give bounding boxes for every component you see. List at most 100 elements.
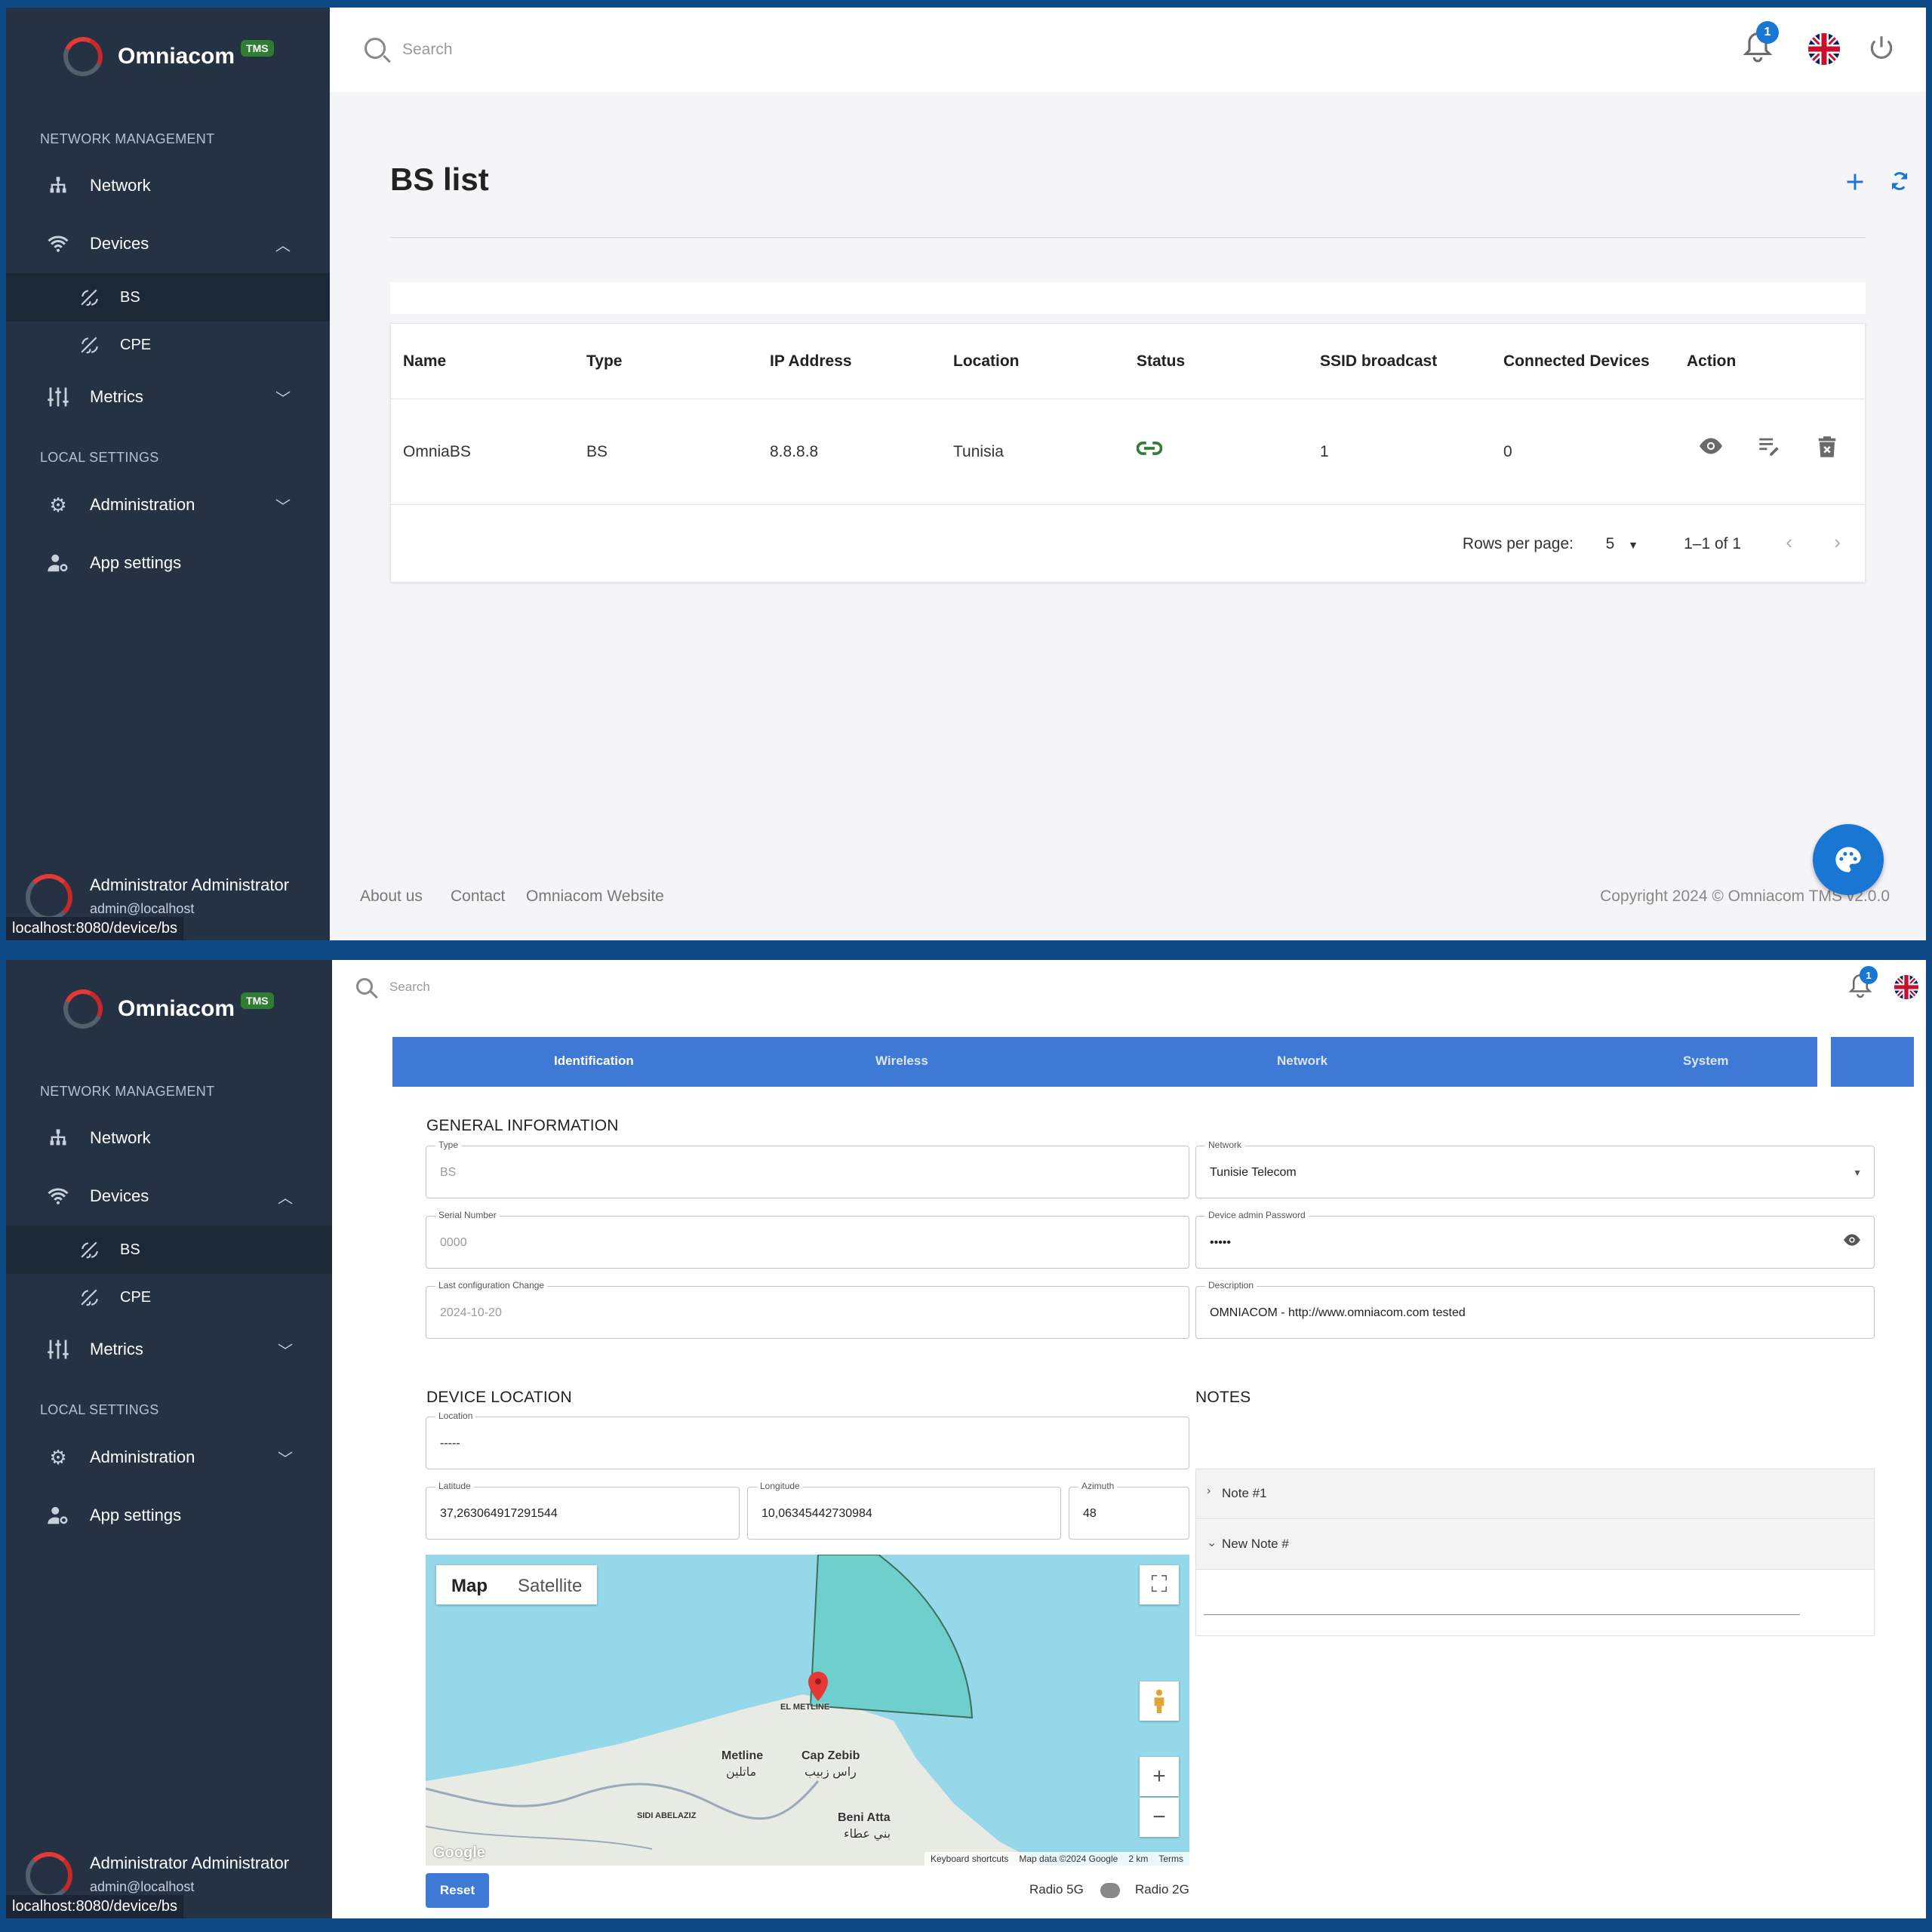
footer-link-about[interactable]: About us [360, 888, 423, 906]
sliders-icon [45, 1337, 71, 1362]
sidebar-item-devices[interactable]: Devices ︿ [6, 220, 330, 268]
notification-badge: 1 [1756, 21, 1779, 44]
note-item-new[interactable]: ⌄ New Note # [1196, 1520, 1874, 1570]
divider [390, 237, 1866, 238]
map-type-map[interactable]: Map [436, 1565, 503, 1604]
map-type-satellite[interactable]: Satellite [503, 1565, 597, 1604]
wifi-icon [45, 1183, 71, 1209]
zoom-in-icon[interactable]: + [1140, 1757, 1179, 1796]
chevron-down-icon: ﹀ [278, 1451, 293, 1468]
note-title: New Note # [1222, 1537, 1289, 1551]
footer-link-website[interactable]: Omniacom Website [526, 888, 664, 906]
tab-wireless[interactable]: Wireless [875, 1054, 928, 1069]
eye-icon[interactable] [1842, 1233, 1862, 1251]
section-local-settings: LOCAL SETTINGS [40, 450, 159, 465]
column-header-type[interactable]: Type [586, 352, 622, 371]
sidebar-item-bs[interactable]: BS [6, 1226, 332, 1274]
sidebar-item-administration[interactable]: ⚙ Administration ﹀ [6, 1433, 332, 1481]
section-network-management: NETWORK MANAGEMENT [40, 131, 215, 146]
column-header-ip[interactable]: IP Address [770, 352, 852, 371]
device-admin-password-field[interactable]: Device admin Password ••••• [1195, 1210, 1875, 1269]
pagination-range: 1–1 of 1 [1684, 535, 1741, 552]
uk-flag-icon[interactable] [1894, 975, 1918, 999]
power-icon[interactable] [1867, 33, 1896, 67]
bs-detail-window: Omniacom TMS NETWORK MANAGEMENT Network … [6, 960, 1926, 1918]
uk-flag-icon[interactable] [1808, 33, 1840, 65]
sidebar-item-app-settings[interactable]: App settings [6, 539, 330, 587]
sidebar-item-network[interactable]: Network [6, 162, 330, 210]
bs-list-window: Omniacom TMS NETWORK MANAGEMENT Network … [6, 8, 1926, 940]
column-header-name[interactable]: Name [403, 352, 446, 371]
network-select[interactable]: Network Tunisie Telecom ▼ [1195, 1140, 1875, 1198]
column-header-ssid[interactable]: SSID broadcast [1320, 352, 1437, 371]
map-keyboard-shortcuts[interactable]: Keyboard shortcuts [931, 1854, 1008, 1864]
gear-icon: ⚙ [49, 1445, 67, 1469]
note-item[interactable]: › Note #1 [1196, 1469, 1874, 1519]
chevron-up-icon: ︿ [278, 1189, 293, 1207]
search-input[interactable]: Search [389, 980, 430, 995]
view-eye-icon[interactable] [1697, 435, 1724, 462]
user-email: admin@localhost [90, 901, 195, 916]
edit-icon[interactable] [1757, 435, 1781, 462]
omniacom-logo-icon [57, 983, 109, 1035]
column-header-connected[interactable]: Connected Devices [1503, 352, 1650, 371]
sidebar-item-cpe[interactable]: CPE [6, 321, 330, 369]
zoom-out-icon[interactable]: − [1140, 1798, 1179, 1837]
field-value: 48 [1083, 1507, 1097, 1520]
app-logo[interactable]: Omniacom TMS [57, 30, 274, 83]
add-button[interactable] [1844, 168, 1866, 199]
footer-link-contact[interactable]: Contact [451, 888, 505, 906]
fullscreen-icon[interactable]: ⛶ [1140, 1565, 1179, 1604]
sidebar-item-label: BS [120, 1241, 140, 1258]
search-input[interactable]: Search [402, 41, 453, 59]
map-scale: 2 km [1128, 1854, 1149, 1864]
sidebar-item-devices[interactable]: Devices ︿ [6, 1172, 332, 1220]
sidebar-item-metrics[interactable]: Metrics ﹀ [6, 1325, 332, 1374]
delete-icon[interactable] [1817, 435, 1837, 463]
sidebar-item-app-settings[interactable]: App settings [6, 1491, 332, 1540]
azimuth-field[interactable]: Azimuth 48 [1069, 1481, 1189, 1540]
column-header-status[interactable]: Status [1137, 352, 1185, 371]
map-terms-link[interactable]: Terms [1158, 1854, 1183, 1864]
pegman-icon[interactable] [1140, 1681, 1179, 1721]
sidebar-item-network[interactable]: Network [6, 1114, 332, 1162]
field-label: Type [435, 1140, 462, 1150]
latitude-field[interactable]: Latitude 37,263064917291544 [426, 1481, 740, 1540]
radio-band-toggle[interactable] [1100, 1883, 1120, 1898]
chevron-down-icon: ﹀ [275, 498, 291, 515]
sidebar-item-metrics[interactable]: Metrics ﹀ [6, 373, 330, 421]
column-header-location[interactable]: Location [953, 352, 1020, 371]
search-icon[interactable] [356, 978, 373, 995]
map[interactable]: EL METLINE Metline ماتلين Cap Zebib راس … [426, 1555, 1189, 1866]
app-logo[interactable]: Omniacom TMS [57, 983, 274, 1035]
chevron-left-icon[interactable]: ‹ [1786, 531, 1792, 554]
description-field[interactable]: Description OMNIACOM - http://www.omniac… [1195, 1280, 1875, 1339]
tab-system[interactable]: System [1683, 1054, 1728, 1069]
map-label: Cap Zebib [801, 1749, 860, 1762]
reset-button[interactable]: Reset [426, 1873, 489, 1908]
note-text-input[interactable] [1204, 1614, 1800, 1615]
avatar [26, 874, 72, 921]
sidebar-item-bs[interactable]: BS [6, 273, 330, 321]
footer: About us Contact Omniacom Website Copyri… [330, 857, 1926, 940]
tab-identification[interactable]: Identification [554, 1054, 634, 1069]
notes-heading: NOTES [1195, 1389, 1251, 1406]
chevron-up-icon: ︿ [275, 237, 291, 254]
user-name: Administrator Administrator [90, 875, 290, 894]
antenna-icon [77, 285, 103, 310]
sidebar-item-cpe[interactable]: CPE [6, 1273, 332, 1321]
search-icon[interactable] [365, 38, 386, 59]
chevron-right-icon[interactable]: › [1834, 531, 1841, 554]
tab-overflow[interactable] [1831, 1037, 1914, 1087]
sidebar-item-administration[interactable]: ⚙ Administration ﹀ [6, 481, 330, 529]
location-field[interactable]: Location ----- [426, 1411, 1189, 1469]
field-label: Location [435, 1411, 476, 1421]
palette-icon[interactable] [1813, 824, 1884, 895]
table-row[interactable]: OmniaBS BS 8.8.8.8 Tunisia 1 0 [391, 399, 1865, 505]
tab-network[interactable]: Network [1277, 1054, 1327, 1069]
tab-bar: Identification Wireless Network System [392, 1037, 1817, 1087]
refresh-icon[interactable] [1888, 168, 1911, 199]
rows-per-page-select[interactable]: 5 ▼ [1606, 535, 1638, 553]
field-value: 2024-10-20 [440, 1306, 502, 1319]
longitude-field[interactable]: Longitude 10,06345442730984 [747, 1481, 1061, 1540]
